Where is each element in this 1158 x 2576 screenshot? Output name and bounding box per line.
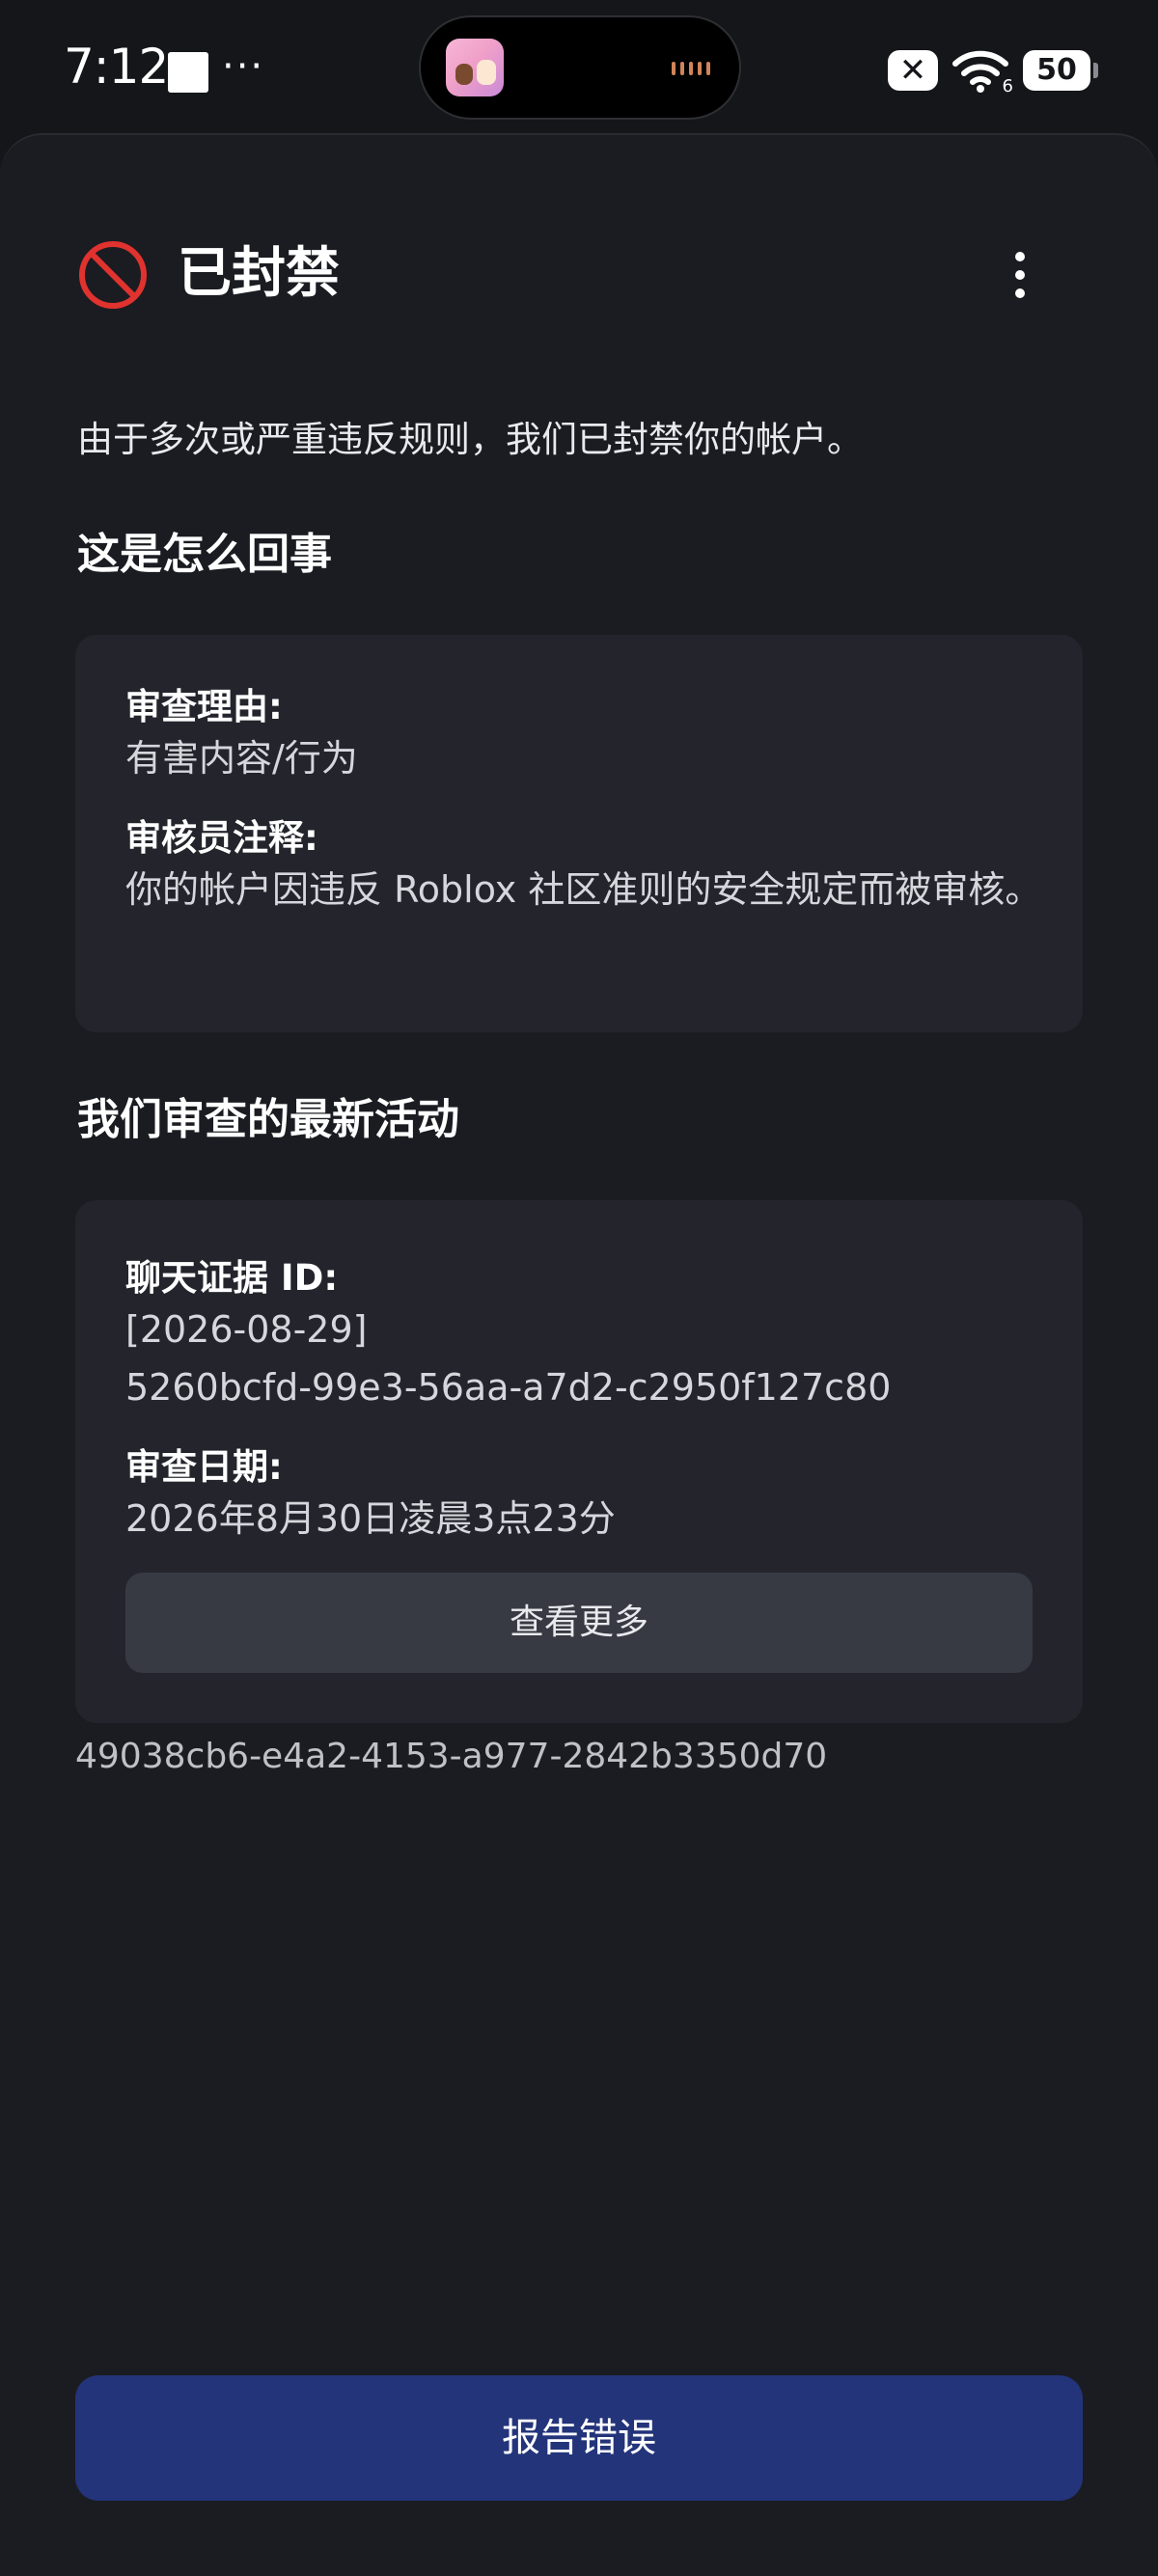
battery-icon: 50 xyxy=(1023,50,1098,91)
status-icons: ✕ 6 50 xyxy=(888,48,1098,96)
dynamic-island[interactable] xyxy=(419,15,741,120)
ban-description: 由于多次或严重违反规则，我们已封禁你的帐户。 xyxy=(77,419,863,460)
review-date-label: 审查日期: xyxy=(125,1446,283,1488)
wifi-icon: 6 xyxy=(951,48,1013,96)
page-title: 已封禁 xyxy=(178,242,340,305)
review-date-value: 2026年8月30日凌晨3点23分 xyxy=(125,1497,616,1540)
activity-card: 聊天证据 ID: [2026-08-29] 5260bcfd-99e3-56aa… xyxy=(75,1200,1083,1723)
wifi-generation-label: 6 xyxy=(1002,76,1013,96)
view-more-button[interactable]: 查看更多 xyxy=(125,1573,1033,1673)
moderator-note-label: 审核员注释: xyxy=(125,817,318,859)
chat-evidence-id: 5260bcfd-99e3-56aa-a7d2-c2950f127c80 xyxy=(125,1366,892,1409)
chat-evidence-date: [2026-08-29] xyxy=(125,1308,368,1351)
moderator-note-value: 你的帐户因违反 Roblox 社区准则的安全规定而被审核。 xyxy=(125,868,1042,911)
more-vertical-icon[interactable] xyxy=(998,241,1042,309)
review-reason-card: 审查理由: 有害内容/行为 审核员注释: 你的帐户因违反 Roblox 社区准则… xyxy=(75,635,1083,1032)
ban-icon xyxy=(79,241,147,309)
status-bar: 7:12 ··· ✕ 6 50 xyxy=(0,0,1158,135)
review-reason-value: 有害内容/行为 xyxy=(125,737,358,780)
status-time: 7:12 xyxy=(64,39,169,95)
more-notifications-indicator: ··· xyxy=(222,44,265,89)
album-art-icon xyxy=(446,39,504,96)
review-reason-label: 审查理由: xyxy=(125,686,283,727)
section-heading-what-happened: 这是怎么回事 xyxy=(77,530,332,579)
audio-wave-icon xyxy=(672,62,710,75)
close-badge-icon: ✕ xyxy=(888,50,938,91)
section-heading-latest-activity: 我们审查的最新活动 xyxy=(77,1095,459,1144)
report-error-button[interactable]: 报告错误 xyxy=(75,2375,1083,2501)
trace-id: 49038cb6-e4a2-4153-a977-2842b3350d70 xyxy=(75,1737,828,1776)
notification-square-icon xyxy=(168,52,208,93)
ban-notice-sheet: 已封禁 由于多次或严重违反规则，我们已封禁你的帐户。 这是怎么回事 审查理由: … xyxy=(0,133,1158,2576)
chat-evidence-label: 聊天证据 ID: xyxy=(125,1257,339,1299)
